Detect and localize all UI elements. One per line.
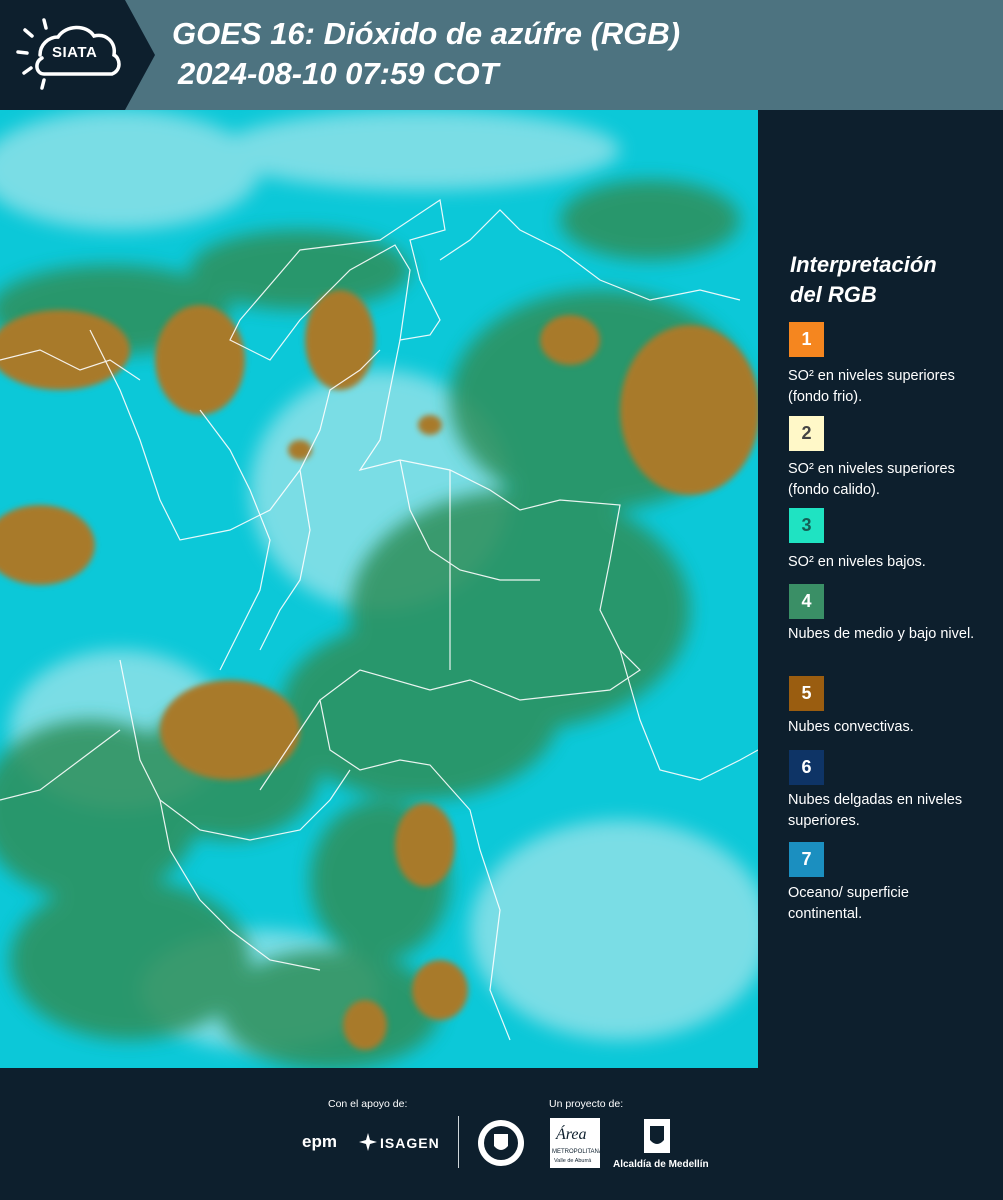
footer-divider xyxy=(458,1116,459,1168)
legend-swatch-6: 6 xyxy=(789,750,824,785)
isagen-logo: ISAGEN xyxy=(380,1135,440,1151)
legend-label-7: Oceano/ superficie continental. xyxy=(788,885,909,922)
project-label: Un proyecto de: xyxy=(549,1098,624,1110)
epm-logo: epm xyxy=(302,1132,337,1151)
header-bar: SIATA GOES 16: Dióxido de azúfre (RGB) 2… xyxy=(0,0,1003,110)
satellite-map[interactable] xyxy=(0,110,758,1068)
legend-label-1: SO² en niveles superiores (fondo frio). xyxy=(788,368,955,405)
alcaldia-shield-icon xyxy=(644,1119,670,1153)
legend-panel: Interpretación del RGB 1 SO² en niveles … xyxy=(760,110,1003,1068)
alcaldia-caption: Alcaldía de Medellín xyxy=(613,1159,709,1170)
timestamp: 2024-08-10 07:59 COT xyxy=(178,56,499,91)
isagen-star-icon xyxy=(359,1133,377,1151)
legend-label-5: Nubes convectivas. xyxy=(788,719,914,735)
area-logo-sub: METROPOLITANA xyxy=(552,1149,603,1155)
legend-title-line2: del RGB xyxy=(790,282,877,307)
page-title: GOES 16: Dióxido de azúfre (RGB) xyxy=(172,16,681,51)
legend-label-4: Nubes de medio y bajo nivel. xyxy=(788,626,975,642)
support-label: Con el apoyo de: xyxy=(328,1098,408,1110)
footer: Con el apoyo de: Un proyecto de: epm ISA… xyxy=(0,1068,1003,1200)
legend-title-line1: Interpretación xyxy=(790,252,937,277)
area-metropolitana-logo: Área METROPOLITANA Valle de Aburrá xyxy=(550,1118,603,1168)
legend-swatch-5: 5 xyxy=(789,676,824,711)
legend-label-3: SO² en niveles bajos. xyxy=(788,554,926,570)
logo-text: SIATA xyxy=(52,44,98,61)
area-logo-sub2: Valle de Aburrá xyxy=(554,1158,592,1164)
legend-swatch-4: 4 xyxy=(789,584,824,619)
legend-label-2: SO² en niveles superiores (fondo calido)… xyxy=(788,461,955,498)
legend-label-6: Nubes delgadas en niveles superiores. xyxy=(788,792,963,829)
legend-swatch-2: 2 xyxy=(789,416,824,451)
area-logo-text: Área xyxy=(556,1126,587,1143)
university-seal-icon xyxy=(478,1120,524,1166)
legend-title: Interpretación del RGB xyxy=(790,250,937,310)
legend-swatch-1: 1 xyxy=(789,322,824,357)
satellite-map-image xyxy=(0,110,758,1068)
legend-swatch-7: 7 xyxy=(789,842,824,877)
legend-swatch-3: 3 xyxy=(789,508,824,543)
